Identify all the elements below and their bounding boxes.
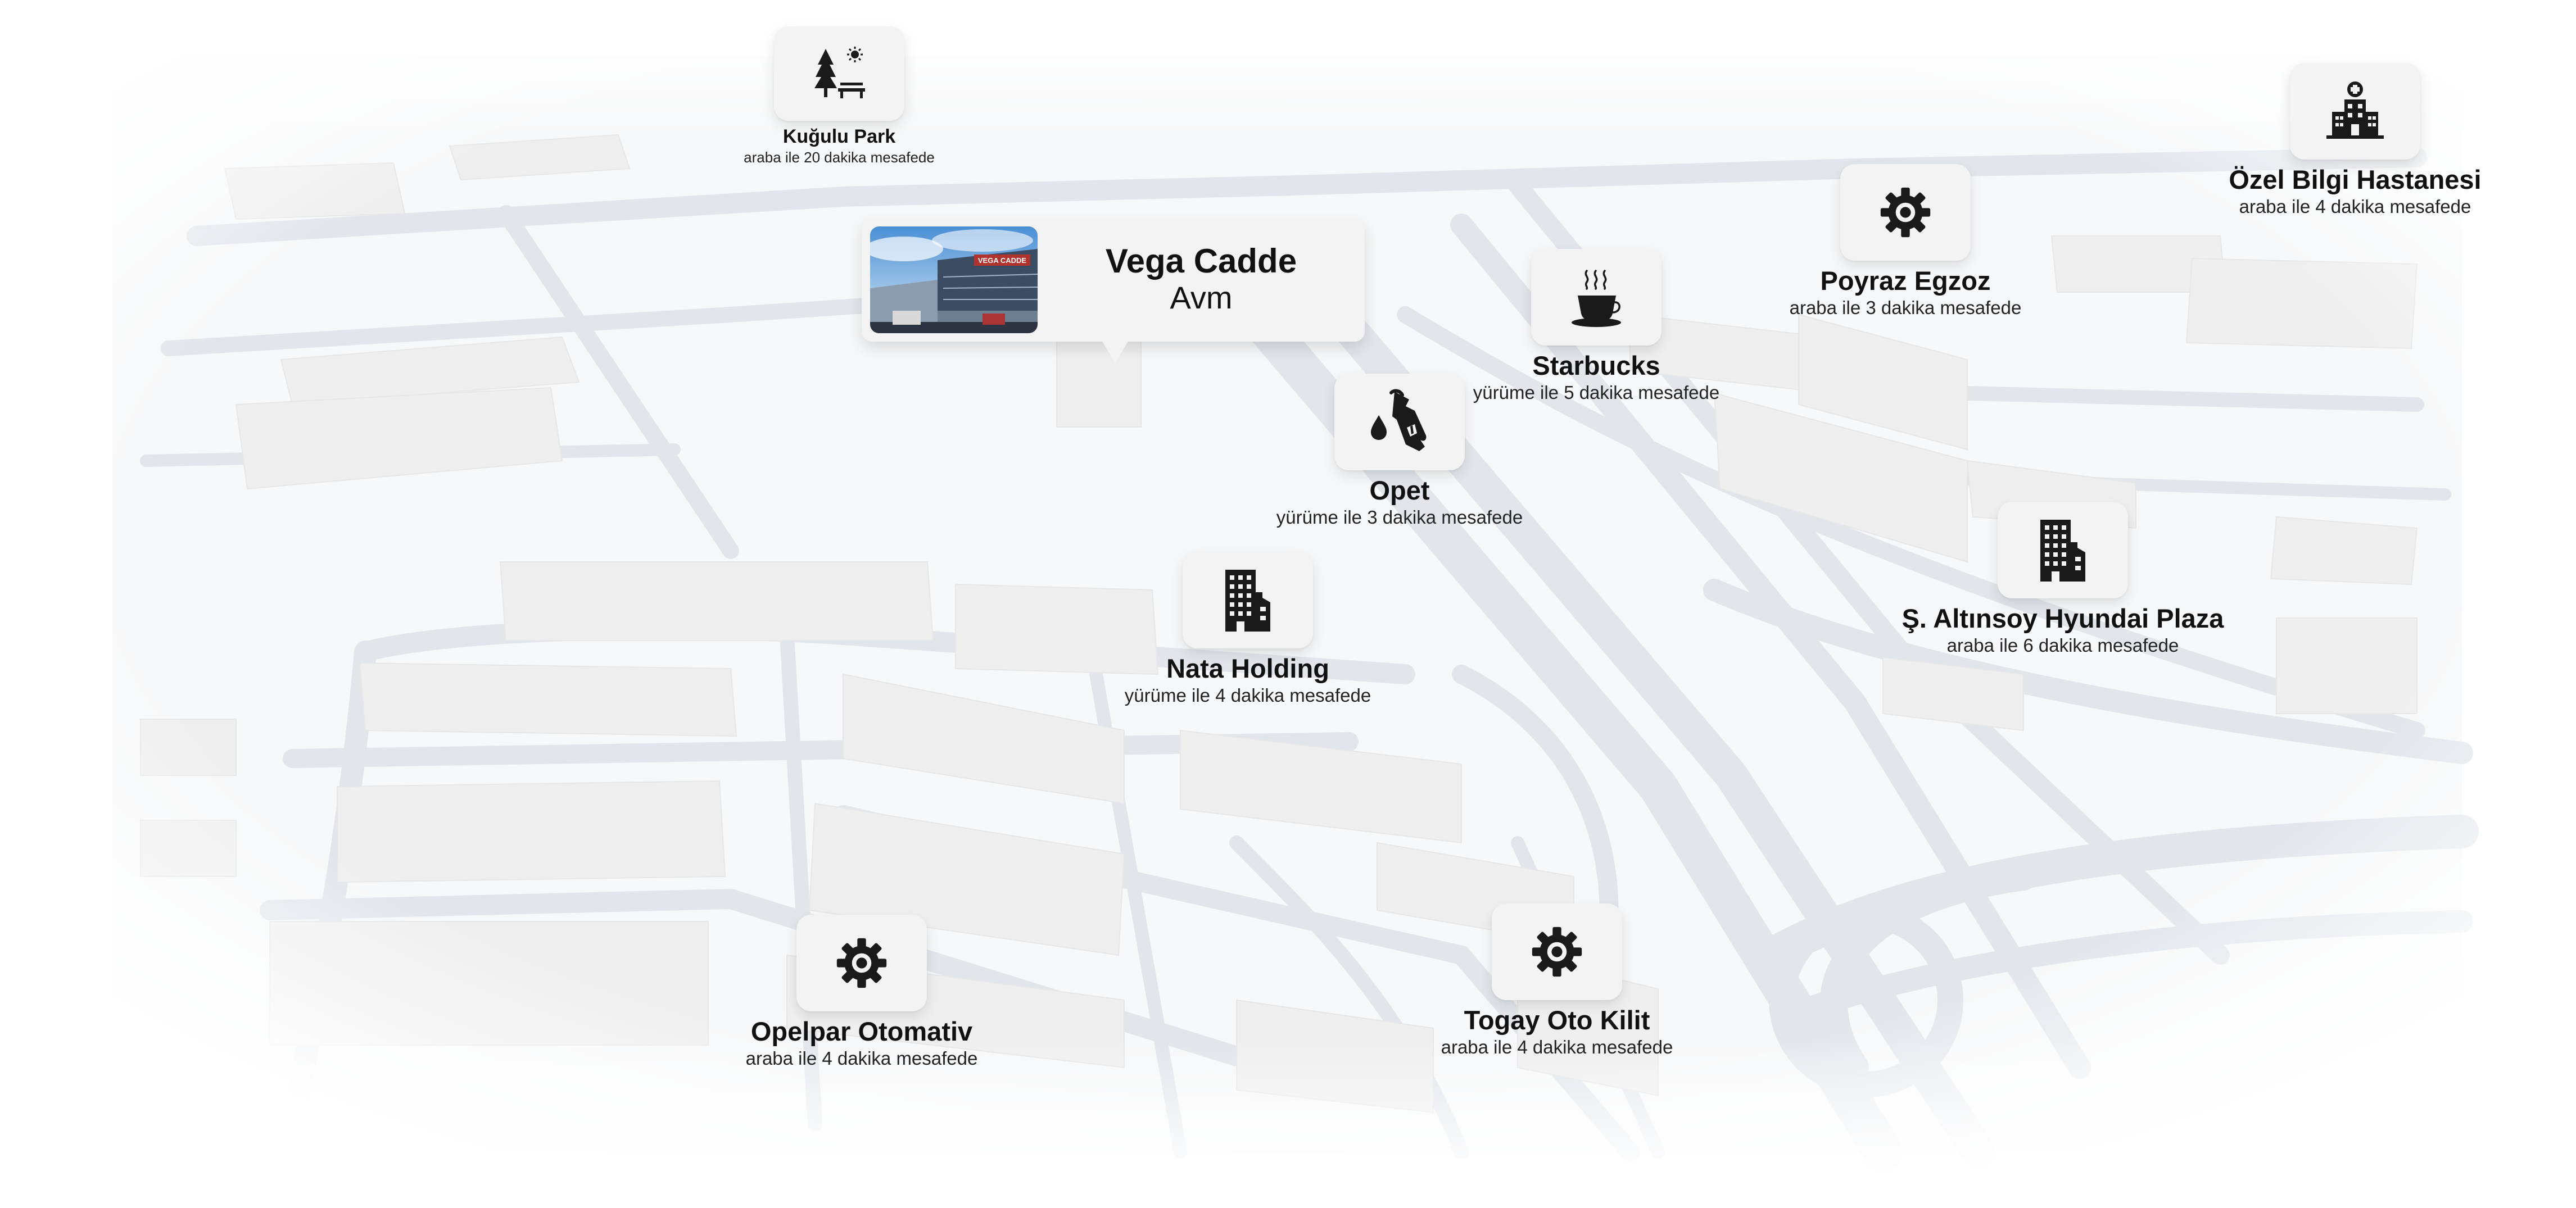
poi-name: Nata Holding — [1166, 653, 1329, 683]
poi-tile[interactable] — [1183, 552, 1313, 648]
poi-distance: araba ile 3 dakika mesafede — [1789, 297, 2022, 318]
hospital-icon — [2326, 81, 2384, 139]
poi-distance: yürüme ile 3 dakika mesafede — [1276, 506, 1523, 528]
featured-title: Vega Cadde — [1105, 242, 1297, 280]
poi-distance: araba ile 6 dakika mesafede — [1946, 634, 2179, 656]
poi-nata-holding[interactable]: Nata Holding yürüme ile 4 dakika mesafed… — [1119, 552, 1377, 706]
poi-kugulu-park[interactable]: Kuğulu Park araba ile 20 dakika mesafede — [744, 26, 935, 166]
featured-location-card[interactable]: VEGA CADDE Vega Cadde Avm — [862, 218, 1365, 363]
poi-opelpar-otomativ[interactable]: Opelpar Otomativ araba ile 4 dakika mesa… — [727, 915, 997, 1069]
poi-name: Opelpar Otomativ — [750, 1016, 973, 1046]
office-building-icon — [2040, 520, 2085, 582]
poi-tile[interactable] — [2290, 63, 2420, 160]
park-icon — [814, 47, 865, 98]
callout-pointer — [1102, 340, 1129, 363]
coffee-cup-icon — [1572, 270, 1621, 327]
poi-togay-oto-kilit[interactable]: Togay Oto Kilit araba ile 4 dakika mesaf… — [1422, 903, 1692, 1057]
fuel-nozzle-icon — [1371, 389, 1427, 451]
featured-subtitle: Avm — [1170, 280, 1233, 315]
mall-photo: VEGA CADDE — [870, 226, 1038, 333]
poi-tile[interactable] — [1998, 502, 2128, 598]
gear-icon — [836, 938, 887, 988]
poi-name: Poyraz Egzoz — [1820, 266, 1991, 296]
poi-name: Ş. Altınsoy Hyundai Plaza — [1902, 603, 2224, 633]
poi-opet[interactable]: Opet yürüme ile 3 dakika mesafede — [1259, 374, 1540, 528]
poi-name: Opet — [1369, 475, 1430, 505]
poi-name: Togay Oto Kilit — [1464, 1005, 1650, 1035]
gear-icon — [1532, 927, 1582, 977]
office-building-icon — [1225, 570, 1270, 632]
poi-tile[interactable] — [774, 26, 904, 121]
poi-distance: yürüme ile 4 dakika mesafede — [1124, 684, 1371, 706]
poi-name: Kuğulu Park — [782, 126, 896, 147]
poi-distance: araba ile 4 dakika mesafede — [1441, 1036, 1673, 1057]
map-stage: { "featured": { "title": "Vega Cadde", "… — [0, 0, 2576, 1208]
poi-ozel-bilgi-hastanesi[interactable]: Özel Bilgi Hastanesi araba ile 4 dakika … — [2181, 63, 2529, 217]
poi-tile[interactable] — [1334, 374, 1465, 470]
poi-altinsoy-hyundai-plaza[interactable]: Ş. Altınsoy Hyundai Plaza araba ile 6 da… — [1889, 502, 2237, 656]
poi-distance: araba ile 4 dakika mesafede — [2239, 196, 2471, 217]
gear-icon — [1880, 187, 1931, 238]
poi-tile[interactable] — [1492, 903, 1622, 1000]
poi-name: Starbucks — [1532, 351, 1660, 380]
poi-tile[interactable] — [796, 915, 927, 1011]
featured-text: Vega Cadde Avm — [1038, 243, 1365, 316]
poi-name: Özel Bilgi Hastanesi — [2229, 165, 2482, 194]
poi-distance: araba ile 4 dakika mesafede — [745, 1047, 978, 1069]
poi-tile[interactable] — [1531, 249, 1662, 346]
mall-sign: VEGA CADDE — [978, 256, 1027, 265]
poi-poyraz-egzoz[interactable]: Poyraz Egzoz araba ile 3 dakika mesafede — [1759, 164, 2052, 318]
poi-tile[interactable] — [1840, 164, 1971, 261]
poi-distance: araba ile 20 dakika mesafede — [744, 149, 935, 166]
